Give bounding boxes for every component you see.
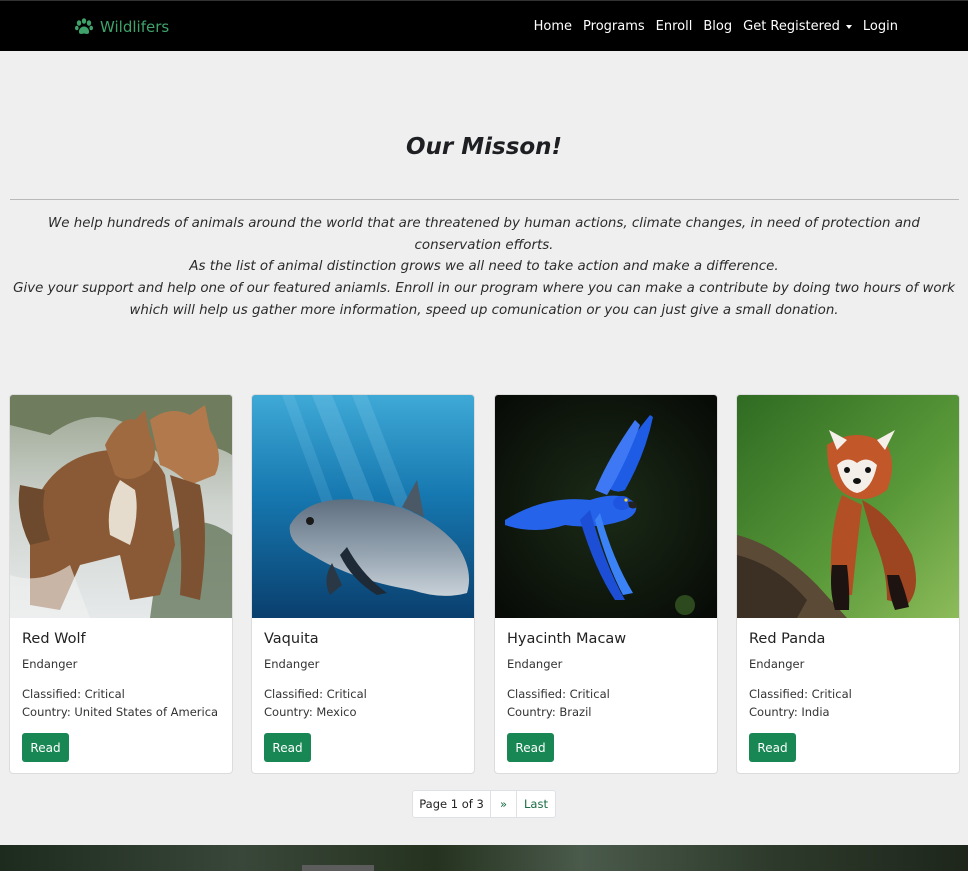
card-status: Endanger [264,657,320,671]
card-status: Endanger [749,657,805,671]
card-title: Red Wolf [22,631,86,647]
animal-card-red-wolf: Red Wolf Endanger Classified: Critical C… [9,394,233,774]
red-wolf-image [10,395,232,618]
card-status: Endanger [22,657,78,671]
nav-home[interactable]: Home [534,19,572,34]
brand-name: Wildlifers [100,18,170,36]
nav-login[interactable]: Login [863,19,898,34]
card-country: Country: Brazil [507,705,592,719]
next-page-link[interactable]: » [490,790,517,818]
read-button-vaquita[interactable]: Read [264,733,311,762]
brand-link[interactable]: Wildlifers [74,15,169,39]
card-country: Country: India [749,705,830,719]
mission-line-1: We help hundreds of animals around the w… [48,216,920,253]
divider [10,199,959,200]
card-classification: Classified: Critical [264,687,367,701]
read-button-red-panda[interactable]: Read [749,733,796,762]
hyacinth-macaw-image [495,395,717,618]
read-button-hyacinth-macaw[interactable]: Read [507,733,554,762]
last-page-link[interactable]: Last [516,790,556,818]
paw-icon [75,18,93,34]
animal-card-red-panda: Red Panda Endanger Classified: Critical … [736,394,960,774]
card-country: Country: Mexico [264,705,357,719]
card-classification: Classified: Critical [749,687,852,701]
footer-banner-image [0,845,968,871]
red-panda-image [737,395,959,618]
mission-line-2: As the list of animal distinction grows … [189,259,779,275]
nav-enroll[interactable]: Enroll [656,19,693,34]
animal-card-vaquita: Vaquita Endanger Classified: Critical Co… [251,394,475,774]
nav-programs[interactable]: Programs [583,19,645,34]
mission-text: We help hundreds of animals around the w… [8,213,960,322]
card-status: Endanger [507,657,563,671]
caret-down-icon [845,24,852,29]
mission-title: Our Misson! [405,134,563,160]
read-button-red-wolf[interactable]: Read [22,733,69,762]
nav-get-registered-label: Get Registered [743,19,840,34]
card-country: Country: United States of America [22,705,219,719]
card-classification: Classified: Critical [507,687,610,701]
card-title: Red Panda [749,631,826,647]
page-indicator: Page 1 of 3 [412,790,491,818]
vaquita-image [252,395,474,618]
nav-get-registered-dropdown[interactable]: Get Registered [743,19,852,34]
mission-line-3: Give your support and help one of our fe… [13,281,955,318]
footer-decoration [302,865,374,871]
pagination: Page 1 of 3 » Last [412,790,556,818]
card-title: Hyacinth Macaw [507,631,627,647]
nav-blog[interactable]: Blog [703,19,732,34]
nav-links: Home Programs Enroll Blog Get Registered… [534,1,898,52]
navbar: Wildlifers Home Programs Enroll Blog Get… [0,0,968,51]
animal-card-hyacinth-macaw: Hyacinth Macaw Endanger Classified: Crit… [494,394,718,774]
card-title: Vaquita [264,631,319,647]
card-classification: Classified: Critical [22,687,125,701]
